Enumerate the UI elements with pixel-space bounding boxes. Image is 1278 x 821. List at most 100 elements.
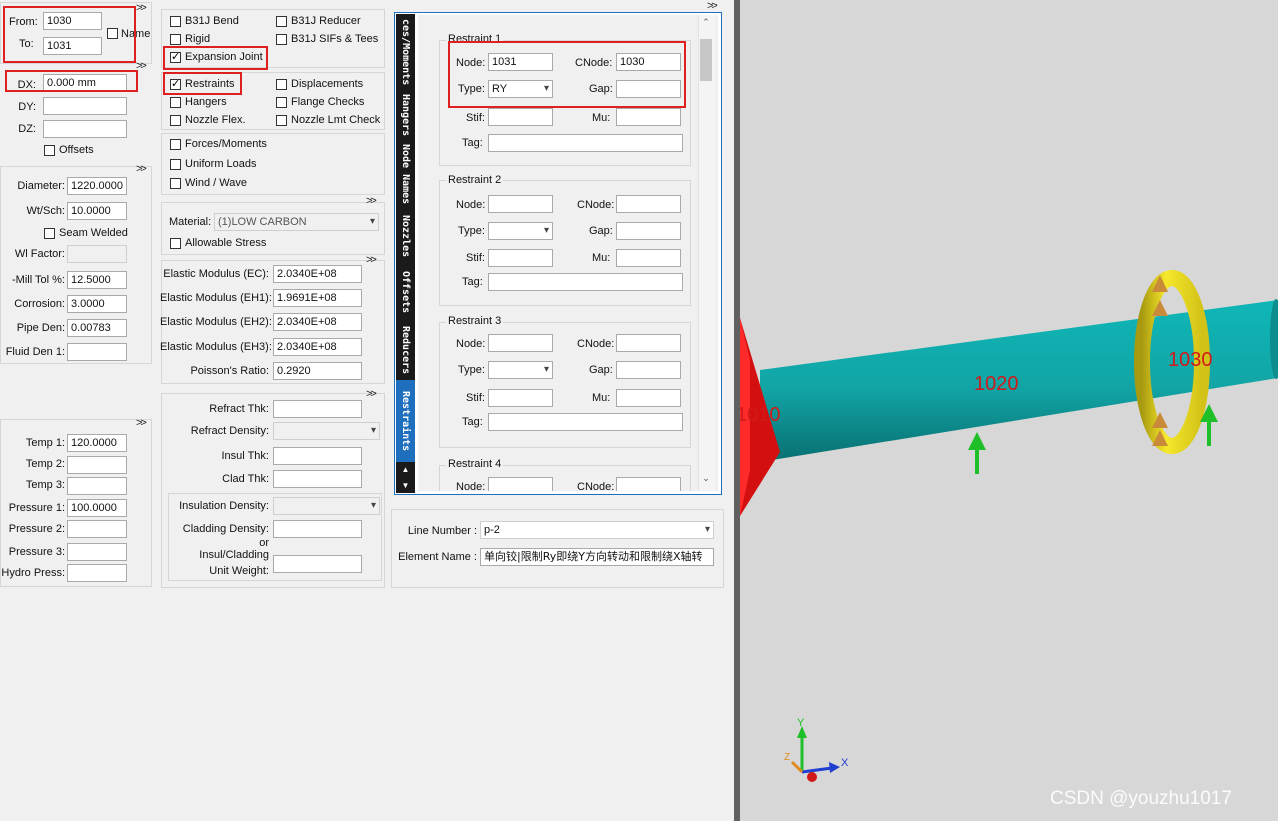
b31j-reducer-checkbox[interactable] [276,16,287,27]
pressure1-field[interactable]: 100.0000 [67,499,127,517]
dx-field[interactable]: 0.000 mm [43,74,127,92]
diameter-field[interactable]: 1220.0000 [67,177,127,195]
temp2-field[interactable] [67,456,127,474]
restraint-2-gap-field[interactable] [616,222,681,240]
restraint-4-node-field[interactable] [488,477,553,491]
pressure2-field[interactable] [67,520,127,538]
nozzle-flex-checkbox[interactable] [170,115,181,126]
pipe-den-field[interactable]: 0.00783 [67,319,127,337]
scroll-up-icon[interactable]: ⌃ [700,17,712,29]
expand-icon[interactable]: >> [366,254,377,266]
expand-icon[interactable]: >> [136,163,147,175]
restraints-form: Restraint 1 Node: 1031 CNode: 1030 Type:… [418,15,718,491]
pressure3-label: Pressure 3: [8,546,65,558]
from-node-field[interactable]: 1030 [43,12,102,30]
restraint-1-cnode-field[interactable]: 1030 [616,53,681,71]
corrosion-field[interactable]: 3.0000 [67,295,127,313]
restraint-3-stif-field[interactable] [488,389,553,407]
mill-tol-field[interactable]: 12.5000 [67,271,127,289]
allowable-stress-checkbox[interactable] [170,238,181,249]
temp1-field[interactable]: 120.0000 [67,434,127,452]
restraint-3-tag-field[interactable] [488,413,683,431]
element-name-field[interactable]: 单向铰|限制Ry即绕Y方向转动和限制绕X轴转 [480,548,714,566]
restraint-2-node-field[interactable] [488,195,553,213]
hydro-press-field[interactable] [67,564,127,582]
refract-density-select[interactable] [273,422,380,440]
scroll-down-icon[interactable]: ⌄ [700,473,712,485]
line-number-select[interactable]: p-2 [480,521,714,539]
tab-forces-moments[interactable]: ces/Moments [396,14,415,90]
dz-field[interactable] [43,120,127,138]
restraint-1-stif-field[interactable] [488,108,553,126]
expand-icon[interactable]: >> [136,417,147,429]
restraint-4-cnode-field[interactable] [616,477,681,491]
insul-thk-field[interactable] [273,447,362,465]
restraint-1-gap-field[interactable] [616,80,681,98]
restraint-3-cnode-label: CNode: [577,338,615,350]
restraint-2-stif-field[interactable] [488,249,553,267]
expand-icon[interactable]: >> [366,388,377,400]
restraints-checkbox[interactable] [170,77,181,90]
restraint-3-gap-field[interactable] [616,361,681,379]
restraint-1-node-field[interactable]: 1031 [488,53,553,71]
b31j-sifs-checkbox[interactable] [276,34,287,45]
rigid-checkbox[interactable] [170,34,181,45]
form-scrollbar[interactable] [698,15,715,491]
expand-icon[interactable]: >> [366,195,377,207]
tab-scroll-down-icon[interactable]: ▼ [396,478,415,493]
restraint-2-tag-field[interactable] [488,273,683,291]
poisson-field[interactable]: 0.2920 [273,362,362,380]
hangers-checkbox[interactable] [170,97,181,108]
forces-checkbox[interactable] [170,139,181,150]
eh3-field[interactable]: 2.0340E+08 [273,338,362,356]
seam-welded-checkbox[interactable] [44,228,55,239]
nozzle-lmt-checkbox[interactable] [276,115,287,126]
restraint-2-type-select[interactable] [488,222,553,240]
tab-reducers[interactable]: Reducers [396,320,415,380]
scroll-thumb[interactable] [700,39,712,81]
tab-hangers[interactable]: Hangers [396,90,415,140]
wt-sch-field[interactable]: 10.0000 [67,202,127,220]
pipe-model[interactable] [740,0,1278,821]
restraint-3-type-select[interactable] [488,361,553,379]
tab-nozzles[interactable]: Nozzles [396,208,415,264]
name-checkbox[interactable] [107,28,118,39]
restraint-3-cnode-field[interactable] [616,334,681,352]
material-select[interactable]: (1)LOW CARBON [214,213,379,231]
expand-icon[interactable]: >> [136,60,147,72]
displacements-checkbox[interactable] [276,79,287,90]
to-node-field[interactable]: 1031 [43,37,102,55]
eh2-field[interactable]: 2.0340E+08 [273,313,362,331]
dy-field[interactable] [43,97,127,115]
cladding-density-field[interactable] [273,520,362,538]
insulation-density-select[interactable] [273,497,380,515]
offsets-checkbox[interactable] [44,145,55,156]
restraint-2-mu-field[interactable] [616,249,681,267]
tab-scroll-up-icon[interactable]: ▲ [396,462,415,478]
unit-weight-field[interactable] [273,555,362,573]
uniform-loads-checkbox[interactable] [170,159,181,170]
restraint-1-mu-field[interactable] [616,108,681,126]
restraint-1-tag-field[interactable] [488,134,683,152]
restraint-3-node-field[interactable] [488,334,553,352]
clad-thk-field[interactable] [273,470,362,488]
restraint-2-cnode-field[interactable] [616,195,681,213]
expand-icon[interactable]: >> [136,2,147,14]
b31j-bend-checkbox[interactable] [170,16,181,27]
expand-icon[interactable]: >> [707,0,718,12]
restraint-1-type-select[interactable]: RY [488,80,553,98]
refract-thk-field[interactable] [273,400,362,418]
tab-node-names[interactable]: Node Names [396,140,415,208]
expansion-joint-checkbox[interactable] [170,50,181,63]
model-viewport[interactable]: 1010 1020 1030 Y X Z CSDN @youzhu1017 [740,0,1278,821]
restraint-3-mu-field[interactable] [616,389,681,407]
wind-wave-checkbox[interactable] [170,178,181,189]
temp3-field[interactable] [67,477,127,495]
fluid-den-field[interactable] [67,343,127,361]
pressure3-field[interactable] [67,543,127,561]
flange-checks-checkbox[interactable] [276,97,287,108]
eh1-field[interactable]: 1.9691E+08 [273,289,362,307]
ec-field[interactable]: 2.0340E+08 [273,265,362,283]
tab-offsets[interactable]: Offsets [396,264,415,320]
tab-restraints[interactable]: Restraints [396,380,415,462]
